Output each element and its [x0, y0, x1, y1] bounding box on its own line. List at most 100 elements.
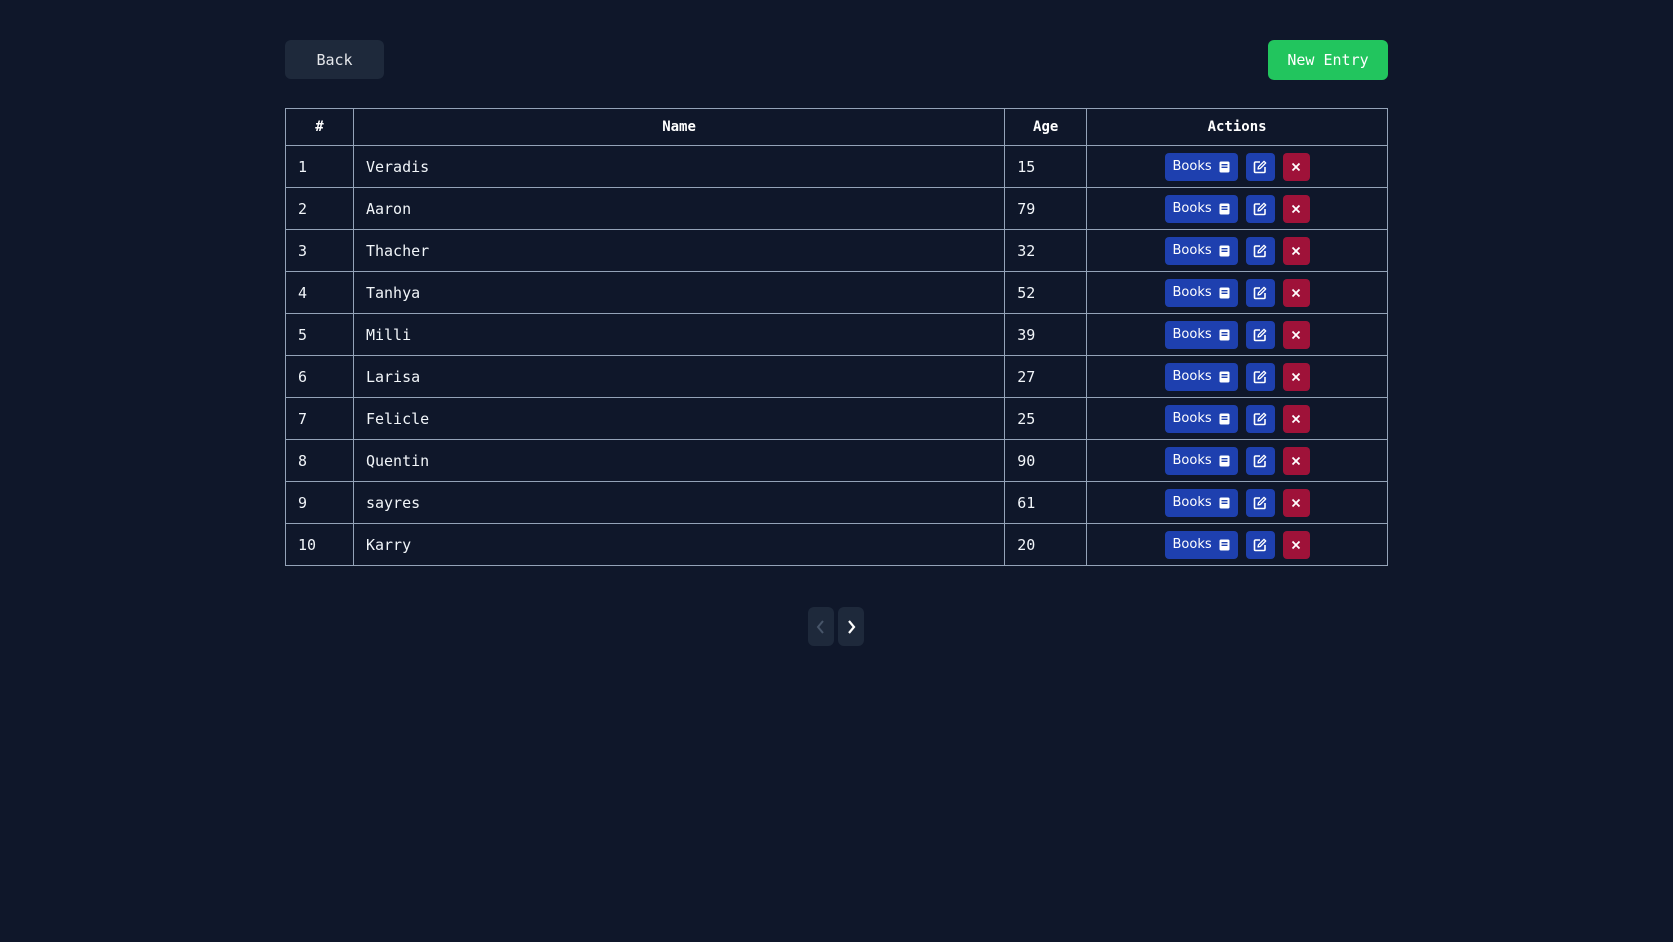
row-name-cell: Quentin: [352, 439, 1006, 482]
row-age-cell: 27: [1004, 355, 1088, 398]
table-header-row: # Name Age Actions: [285, 108, 1388, 146]
close-icon: [1292, 330, 1301, 339]
books-button[interactable]: Books: [1164, 362, 1238, 391]
book-icon: [1219, 161, 1230, 172]
row-number-cell: 9: [285, 481, 354, 524]
row-age-cell: 20: [1004, 523, 1088, 566]
book-icon: [1219, 287, 1230, 298]
row-number-cell: 6: [285, 355, 354, 398]
books-button[interactable]: Books: [1164, 278, 1238, 307]
table-row: 3 Thacher 32 Books: [285, 229, 1388, 272]
books-button[interactable]: Books: [1164, 152, 1238, 181]
row-name-cell: sayres: [352, 481, 1006, 524]
row-name-cell: Tanhya: [352, 271, 1006, 314]
books-label: Books: [1172, 201, 1212, 216]
edit-icon: [1253, 454, 1267, 467]
row-actions: Books: [1099, 404, 1375, 433]
table-row: 4 Tanhya 52 Books: [285, 271, 1388, 314]
chevron-right-icon: [848, 619, 856, 634]
row-name-cell: Larisa: [352, 355, 1006, 398]
row-actions: Books: [1099, 320, 1375, 349]
edit-icon: [1253, 244, 1267, 257]
edit-icon: [1253, 538, 1267, 551]
delete-button[interactable]: [1282, 446, 1310, 475]
books-button[interactable]: Books: [1164, 446, 1238, 475]
edit-icon: [1253, 496, 1267, 509]
column-header-actions: Actions: [1086, 108, 1388, 146]
close-icon: [1292, 246, 1301, 255]
row-actions-cell: Books: [1086, 481, 1388, 524]
table-row: 1 Veradis 15 Books: [285, 145, 1388, 188]
edit-button[interactable]: [1245, 404, 1275, 433]
edit-button[interactable]: [1245, 530, 1275, 559]
books-button[interactable]: Books: [1164, 404, 1238, 433]
edit-button[interactable]: [1245, 320, 1275, 349]
edit-button[interactable]: [1245, 152, 1275, 181]
book-icon: [1219, 245, 1230, 256]
close-icon: [1292, 162, 1301, 171]
delete-button[interactable]: [1282, 530, 1310, 559]
edit-icon: [1253, 202, 1267, 215]
table-row: 6 Larisa 27 Books: [285, 355, 1388, 398]
delete-button[interactable]: [1282, 320, 1310, 349]
row-number-cell: 4: [285, 271, 354, 314]
new-entry-button[interactable]: New Entry: [1268, 40, 1388, 80]
close-icon: [1292, 288, 1301, 297]
books-button[interactable]: Books: [1164, 488, 1238, 517]
edit-button[interactable]: [1245, 488, 1275, 517]
prev-page-button[interactable]: [808, 607, 834, 646]
row-name-cell: Karry: [352, 523, 1006, 566]
table-row: 10 Karry 20 Books: [285, 523, 1388, 566]
row-actions-cell: Books: [1086, 187, 1388, 230]
delete-button[interactable]: [1282, 152, 1310, 181]
edit-icon: [1253, 160, 1267, 173]
row-actions-cell: Books: [1086, 271, 1388, 314]
delete-button[interactable]: [1282, 278, 1310, 307]
books-label: Books: [1172, 159, 1212, 174]
row-number-cell: 1: [285, 145, 354, 188]
delete-button[interactable]: [1282, 488, 1310, 517]
table-row: 5 Milli 39 Books: [285, 313, 1388, 356]
row-number-cell: 5: [285, 313, 354, 356]
books-label: Books: [1172, 327, 1212, 342]
row-actions: Books: [1099, 152, 1375, 181]
books-button[interactable]: Books: [1164, 236, 1238, 265]
close-icon: [1292, 414, 1301, 423]
edit-button[interactable]: [1245, 362, 1275, 391]
close-icon: [1292, 372, 1301, 381]
row-actions-cell: Books: [1086, 355, 1388, 398]
column-header-name: Name: [352, 108, 1006, 146]
row-actions-cell: Books: [1086, 397, 1388, 440]
row-actions-cell: Books: [1086, 523, 1388, 566]
page: Back New Entry # Name Age Actions 1 Vera…: [0, 0, 1673, 942]
next-page-button[interactable]: [838, 607, 864, 646]
books-label: Books: [1172, 369, 1212, 384]
row-age-cell: 25: [1004, 397, 1088, 440]
edit-button[interactable]: [1245, 194, 1275, 223]
row-actions: Books: [1099, 236, 1375, 265]
books-label: Books: [1172, 411, 1212, 426]
delete-button[interactable]: [1282, 404, 1310, 433]
row-name-cell: Thacher: [352, 229, 1006, 272]
edit-button[interactable]: [1245, 446, 1275, 475]
books-label: Books: [1172, 243, 1212, 258]
delete-button[interactable]: [1282, 236, 1310, 265]
edit-icon: [1253, 412, 1267, 425]
edit-button[interactable]: [1245, 278, 1275, 307]
close-icon: [1292, 498, 1301, 507]
data-table: # Name Age Actions 1 Veradis 15 Books 2 …: [285, 108, 1388, 566]
delete-button[interactable]: [1282, 194, 1310, 223]
edit-icon: [1253, 286, 1267, 299]
table-row: 8 Quentin 90 Books: [285, 439, 1388, 482]
back-button[interactable]: Back: [285, 40, 384, 79]
edit-button[interactable]: [1245, 236, 1275, 265]
row-actions-cell: Books: [1086, 439, 1388, 482]
table-row: 9 sayres 61 Books: [285, 481, 1388, 524]
book-icon: [1219, 413, 1230, 424]
books-label: Books: [1172, 285, 1212, 300]
books-button[interactable]: Books: [1164, 320, 1238, 349]
row-age-cell: 61: [1004, 481, 1088, 524]
delete-button[interactable]: [1282, 362, 1310, 391]
books-button[interactable]: Books: [1164, 530, 1238, 559]
books-button[interactable]: Books: [1164, 194, 1238, 223]
